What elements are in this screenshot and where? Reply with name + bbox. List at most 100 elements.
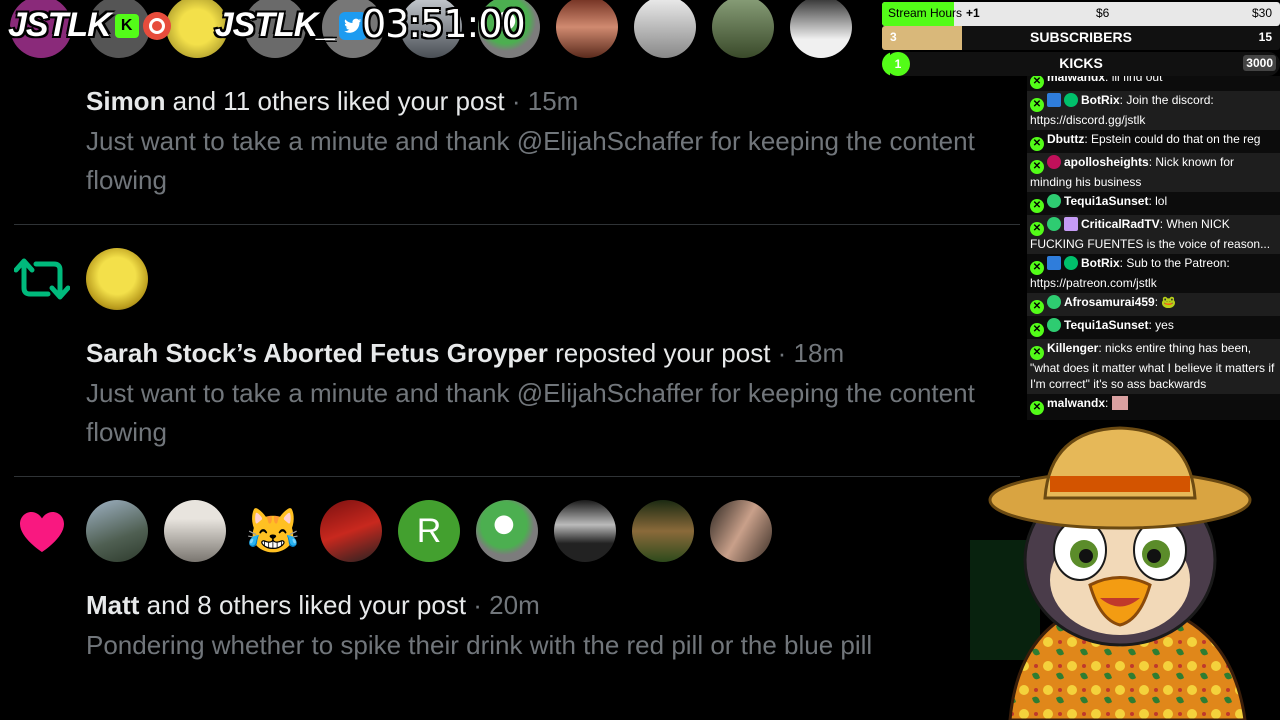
chat-username[interactable]: Tequi1aSunset [1064,318,1148,332]
avatar[interactable] [320,500,382,562]
notification-line-3[interactable]: Matt and 8 others liked your post · 20m [86,590,540,621]
chat-message: ✕ Afrosamurai459: 🐸 [1027,293,1280,316]
notification-time: · 18m [770,338,845,368]
notification-time: · 15m [504,86,579,116]
notification-action: and 8 others liked your post [139,590,467,620]
chat-username[interactable]: Killenger [1047,341,1098,355]
chat-username[interactable]: apollosheights [1064,155,1149,169]
chat-message: ✕ malwandx: ill find out [1027,76,1280,91]
chat-message: ✕ CriticalRadTV: When NICK FUCKING FUENTE… [1027,215,1280,254]
avatar[interactable] [556,0,618,58]
chat-text: Epstein could do that on the reg [1091,132,1261,146]
notification-line-2[interactable]: Sarah Stock’s Aborted Fetus Groyper repo… [86,338,844,369]
stream-goals: Stream Hours +1 $6 $30 3 SUBSCRIBERS 15 … [882,0,1280,78]
chat-username[interactable]: malwandx [1047,396,1105,410]
bot-badge-icon [1047,256,1061,270]
post-preview-3[interactable]: Pondering whether to spike their drink w… [86,626,1016,665]
bot-badge-icon [1047,93,1061,107]
kicks-goal-value: 3000 [1243,55,1276,71]
liker-avatars: 😹 R [86,500,772,562]
gift-badge-icon [1064,217,1078,231]
chat-text: lol [1155,194,1168,208]
avatar[interactable] [710,500,772,562]
post-preview-2[interactable]: Just want to take a minute and thank @El… [86,374,1016,452]
avatar[interactable] [86,500,148,562]
subscriber-badge-icon [1047,295,1061,309]
repost-icon [14,258,70,300]
avatar-letter[interactable]: R [398,500,460,562]
notification-time: · 20m [466,590,540,620]
brand-logo-left: JSTLK [8,6,112,44]
subscribers-goal: 3 SUBSCRIBERS 15 [882,26,1280,50]
kick-badge-icon: K [114,13,139,38]
chat-username[interactable]: BotRix [1081,256,1120,270]
chat-username[interactable]: CriticalRadTV [1081,217,1160,231]
avatar[interactable] [790,0,852,58]
chat-username[interactable]: BotRix [1081,93,1120,107]
kick-icon: ✕ [1030,137,1044,151]
subscriber-badge-icon [1047,217,1061,231]
avatar[interactable] [632,500,694,562]
stream-hours-tier2: $30 [1252,6,1273,20]
stream-branding: JSTLK K JSTLK_ [8,6,368,45]
avatar-letter-text: R [416,511,442,550]
emote-icon [1111,396,1128,410]
stream-hours-increment: +1 [966,6,980,20]
avatar[interactable] [164,500,226,562]
avatar[interactable] [554,500,616,562]
record-icon [142,11,171,40]
post-preview-1[interactable]: Just want to take a minute and thank @El… [86,122,1016,200]
actor-name[interactable]: Matt [86,590,139,620]
chat-message: ✕ malwandx: [1027,394,1280,417]
chat-message: ✕ BotRix: Sub to the Patreon: https://pat… [1030,256,1230,290]
heart-icon [20,512,64,552]
kick-badge-letter: K [120,16,133,34]
divider [14,224,1020,225]
subscribers-goal-value: 15 [1258,30,1272,44]
subscriber-badge-icon [1047,155,1061,169]
stream-timer: 03:51:00 [362,2,526,46]
chat-message: ✕ apollosheights: Nick known for minding … [1027,153,1280,192]
notifications-feed: Simon and 11 others liked your post · 15… [0,0,1020,720]
chat-text: yes [1155,318,1174,332]
chat-message: ✕ Tequi1aSunset: lol [1027,192,1280,215]
notification-action: and 11 others liked your post [165,86,505,116]
subscriber-badge-icon [1047,194,1061,208]
avatar-laughing-cat-icon[interactable]: 😹 [242,500,304,562]
avatar[interactable] [712,0,774,58]
verified-badge-icon [1064,256,1078,270]
notification-line-1[interactable]: Simon and 11 others liked your post · 15… [86,86,578,117]
stream-hours-tier1: $6 [1096,6,1110,20]
subscribers-label: SUBSCRIBERS [1030,29,1132,45]
live-chat[interactable]: ✕ malwandx: ill find out ✕ BotRix: Join th… [1027,76,1280,420]
actor-name[interactable]: Sarah Stock’s Aborted Fetus Groyper [86,338,548,368]
brand-logo-right: JSTLK_ [214,6,337,44]
subscriber-badge-icon [1047,318,1061,332]
chat-message: ✕ Killenger: nicks entire thing has been,… [1027,339,1280,394]
kick-icon: ✕ [1030,261,1044,275]
kicks-goal: 1 KICKS 3000 [882,52,1280,76]
kick-icon: ✕ [1030,160,1044,174]
notification-action: reposted your post [547,338,771,368]
avatar[interactable] [476,500,538,562]
kick-icon: ✕ [1030,346,1044,360]
avatar[interactable] [634,0,696,58]
stream-hours-label: Stream Hours [888,6,963,20]
chat-username[interactable]: Afrosamurai459 [1064,295,1155,309]
mascot-bird-illustration [970,426,1252,720]
kick-icon: ✕ [1030,323,1044,337]
chat-message: ✕ BotRix: Join the discord: https://disco… [1027,91,1280,130]
kicks-label: KICKS [1059,55,1103,71]
actor-name[interactable]: Simon [86,86,165,116]
chat-username[interactable]: Tequi1aSunset [1064,194,1148,208]
kick-icon: ✕ [1030,98,1044,112]
kick-icon: ✕ [1030,222,1044,236]
chat-message: ✕ Tequi1aSunset: yes [1027,316,1280,339]
chat-username[interactable]: Dbuttz [1047,132,1084,146]
avatar-groyper[interactable] [86,248,148,310]
stream-hours-goal: Stream Hours +1 $6 $30 [882,2,1280,26]
verified-badge-icon [1064,93,1078,107]
kick-icon: ✕ [1030,401,1044,415]
kick-icon: ✕ [1030,300,1044,314]
pepe-emote-icon: 🐸 [1161,295,1177,309]
